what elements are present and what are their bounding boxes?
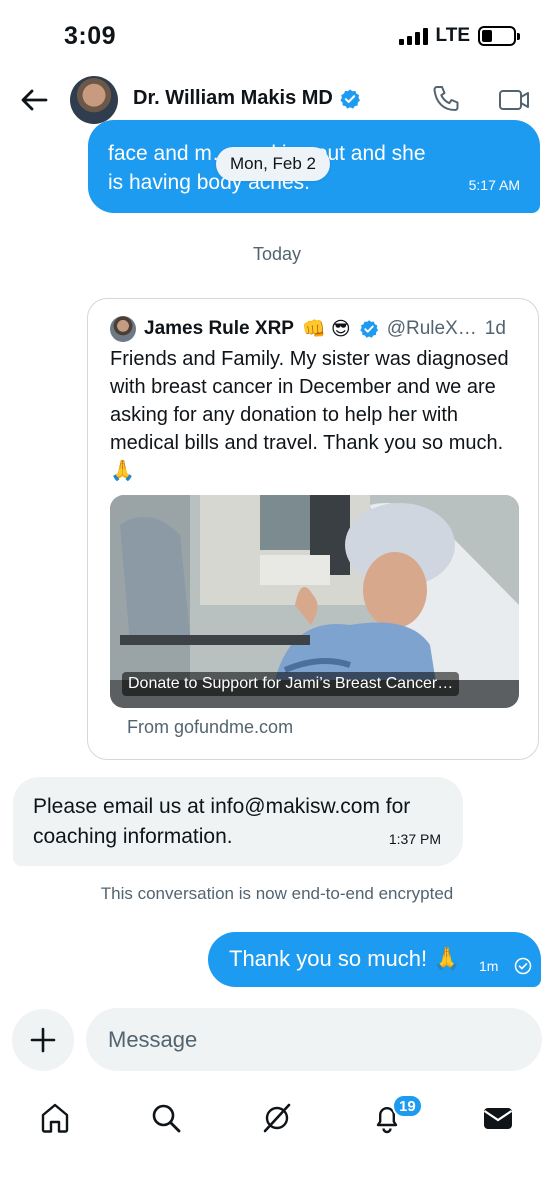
search-icon (152, 1104, 181, 1133)
notifications-badge: 19 (392, 1094, 423, 1118)
encryption-notice: This conversation is now end-to-end encr… (100, 884, 454, 903)
network-label: LTE (435, 25, 470, 46)
nav-search[interactable] (146, 1098, 186, 1138)
call-button[interactable] (428, 82, 464, 118)
arrow-left-icon (21, 89, 48, 111)
grok-icon (263, 1103, 291, 1133)
contact-name[interactable]: Dr. William Makis MD (133, 87, 361, 110)
verified-badge-icon (340, 88, 360, 109)
add-attachment-button[interactable] (12, 1009, 74, 1071)
link-source: From gofundme.com (127, 717, 294, 737)
status-indicators: LTE (398, 25, 520, 47)
plus-icon (30, 1027, 56, 1053)
date-separator-pill: Mon, Feb 2 (216, 147, 330, 181)
link-preview-title: Donate to Support for Jami’s Breast Canc… (122, 672, 460, 696)
sent-message-bubble[interactable]: Thank you so much! 🙏 1m (208, 932, 541, 987)
message-text: Thank you so much! 🙏 (229, 946, 461, 971)
message-timestamp: 1:37 PM (388, 831, 441, 847)
signal-icon (398, 27, 428, 45)
status-time: 3:09 (64, 22, 117, 50)
contact-name-text: Dr. William Makis MD (133, 87, 333, 109)
post-age: 1d (484, 318, 506, 339)
verified-badge-icon (359, 320, 378, 338)
messages-icon (483, 1108, 513, 1129)
post-text: Friends and Family. My sister was diagno… (110, 348, 509, 482)
nav-grok[interactable] (257, 1098, 297, 1138)
battery-icon (478, 26, 520, 46)
shared-post-card[interactable]: James Rule XRP 👊 😎 @RuleX… 1d Friends an… (87, 298, 539, 760)
delivered-check-icon (514, 957, 532, 975)
message-text-line: coaching information. (33, 825, 233, 848)
avatar[interactable] (70, 76, 118, 124)
back-button[interactable] (14, 80, 54, 120)
post-author-emoji: 👊 😎 (301, 319, 351, 340)
date-separator: Today (252, 244, 302, 264)
nav-home[interactable] (35, 1098, 75, 1138)
message-timestamp: 5:17 AM (468, 177, 520, 193)
bottom-navigation: 19 (0, 1088, 554, 1148)
video-call-button[interactable] (496, 82, 532, 118)
post-link-preview[interactable]: Donate to Support for Jami’s Breast Canc… (110, 495, 519, 708)
received-message-bubble[interactable]: Please email us at info@makisw.com for c… (13, 777, 463, 866)
message-text-line: Please email us at info@makisw.com for (33, 795, 411, 818)
nav-messages[interactable] (478, 1098, 518, 1138)
home-icon (41, 1103, 69, 1133)
post-author-handle: @RuleX… (386, 318, 477, 339)
phone-icon (433, 86, 459, 111)
message-timestamp: 1m (479, 958, 499, 974)
post-author-avatar[interactable] (110, 316, 136, 342)
post-author-name[interactable]: James Rule XRP (144, 318, 294, 340)
post-header: James Rule XRP 👊 😎 @RuleX… 1d (110, 316, 506, 342)
message-input[interactable] (86, 1008, 542, 1071)
status-bar: 3:09 LTE (0, 0, 554, 70)
video-camera-icon (499, 90, 529, 110)
